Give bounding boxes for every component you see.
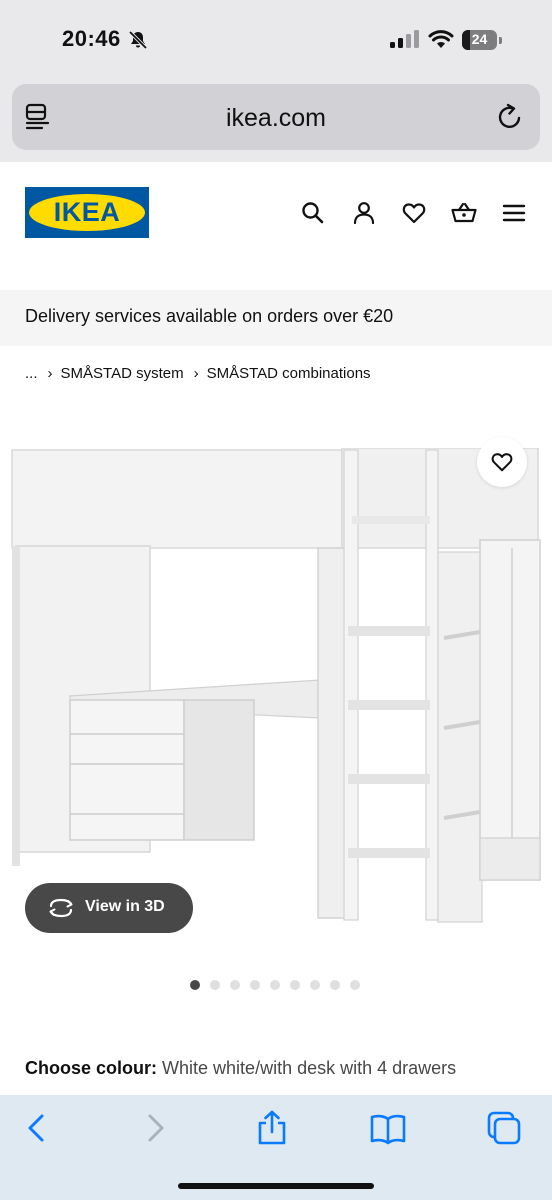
carousel-dot[interactable]	[330, 980, 340, 990]
back-icon[interactable]	[18, 1109, 54, 1147]
chevron-right-icon: ›	[193, 364, 199, 382]
tabs-icon[interactable]	[486, 1109, 522, 1147]
choose-colour-label: Choose colour:	[25, 1058, 158, 1078]
browser-address-area: ikea.com	[0, 80, 552, 162]
carousel-dot[interactable]	[270, 980, 280, 990]
wifi-icon	[428, 30, 454, 48]
breadcrumb-item-smastad-combinations[interactable]: SMÅSTAD combinations	[207, 365, 371, 382]
heart-icon[interactable]	[401, 200, 427, 226]
image-carousel-dots[interactable]	[190, 980, 370, 992]
bookmarks-icon[interactable]	[370, 1109, 406, 1147]
breadcrumb-ellipsis[interactable]: ...	[25, 365, 38, 382]
heart-icon	[491, 453, 513, 472]
view-in-3d-label: View in 3D	[85, 898, 165, 915]
ikea-logo[interactable]: IKEA	[25, 187, 149, 238]
forward-icon[interactable]	[138, 1109, 174, 1147]
carousel-dot[interactable]	[290, 980, 300, 990]
rotate-3d-icon	[49, 898, 73, 918]
carousel-dot[interactable]	[310, 980, 320, 990]
breadcrumb-item-smastad-system[interactable]: SMÅSTAD system	[61, 365, 184, 382]
status-time: 20:46	[62, 26, 121, 51]
choose-colour-value: White white/with desk with 4 drawers	[162, 1058, 457, 1078]
carousel-dot[interactable]	[230, 980, 240, 990]
choose-colour[interactable]: Choose colour: White white/with desk wit…	[25, 1058, 456, 1079]
menu-icon[interactable]	[501, 200, 527, 226]
delivery-banner[interactable]: Delivery services available on orders ov…	[0, 290, 552, 346]
ikea-logo-text: IKEA	[53, 197, 121, 227]
chevron-right-icon: ›	[47, 364, 53, 382]
account-icon[interactable]	[351, 200, 377, 226]
carousel-dot[interactable]	[210, 980, 220, 990]
view-in-3d-button[interactable]: View in 3D	[25, 883, 193, 933]
battery-indicator: 24	[462, 30, 502, 50]
battery-percentage: 24	[471, 31, 488, 47]
carousel-dot[interactable]	[190, 980, 200, 990]
carousel-dot[interactable]	[250, 980, 260, 990]
reload-icon[interactable]	[496, 102, 524, 132]
save-to-favourites-button[interactable]	[477, 437, 527, 487]
search-icon[interactable]	[300, 200, 326, 226]
share-icon[interactable]	[254, 1109, 290, 1147]
product-image[interactable]	[0, 448, 552, 948]
url-text[interactable]: ikea.com	[12, 104, 540, 133]
status-bar: 20:46 24	[0, 0, 552, 80]
basket-icon[interactable]	[451, 200, 477, 226]
bell-slash-icon	[128, 30, 148, 50]
breadcrumb: ... › SMÅSTAD system › SMÅSTAD combinati…	[25, 362, 371, 384]
carousel-dot[interactable]	[350, 980, 360, 990]
delivery-banner-text: Delivery services available on orders ov…	[25, 306, 394, 326]
address-bar[interactable]: ikea.com	[12, 84, 540, 150]
site-header: IKEA	[0, 162, 552, 290]
cellular-signal-icon	[390, 30, 419, 48]
browser-toolbar	[0, 1095, 552, 1200]
home-indicator	[178, 1183, 374, 1189]
